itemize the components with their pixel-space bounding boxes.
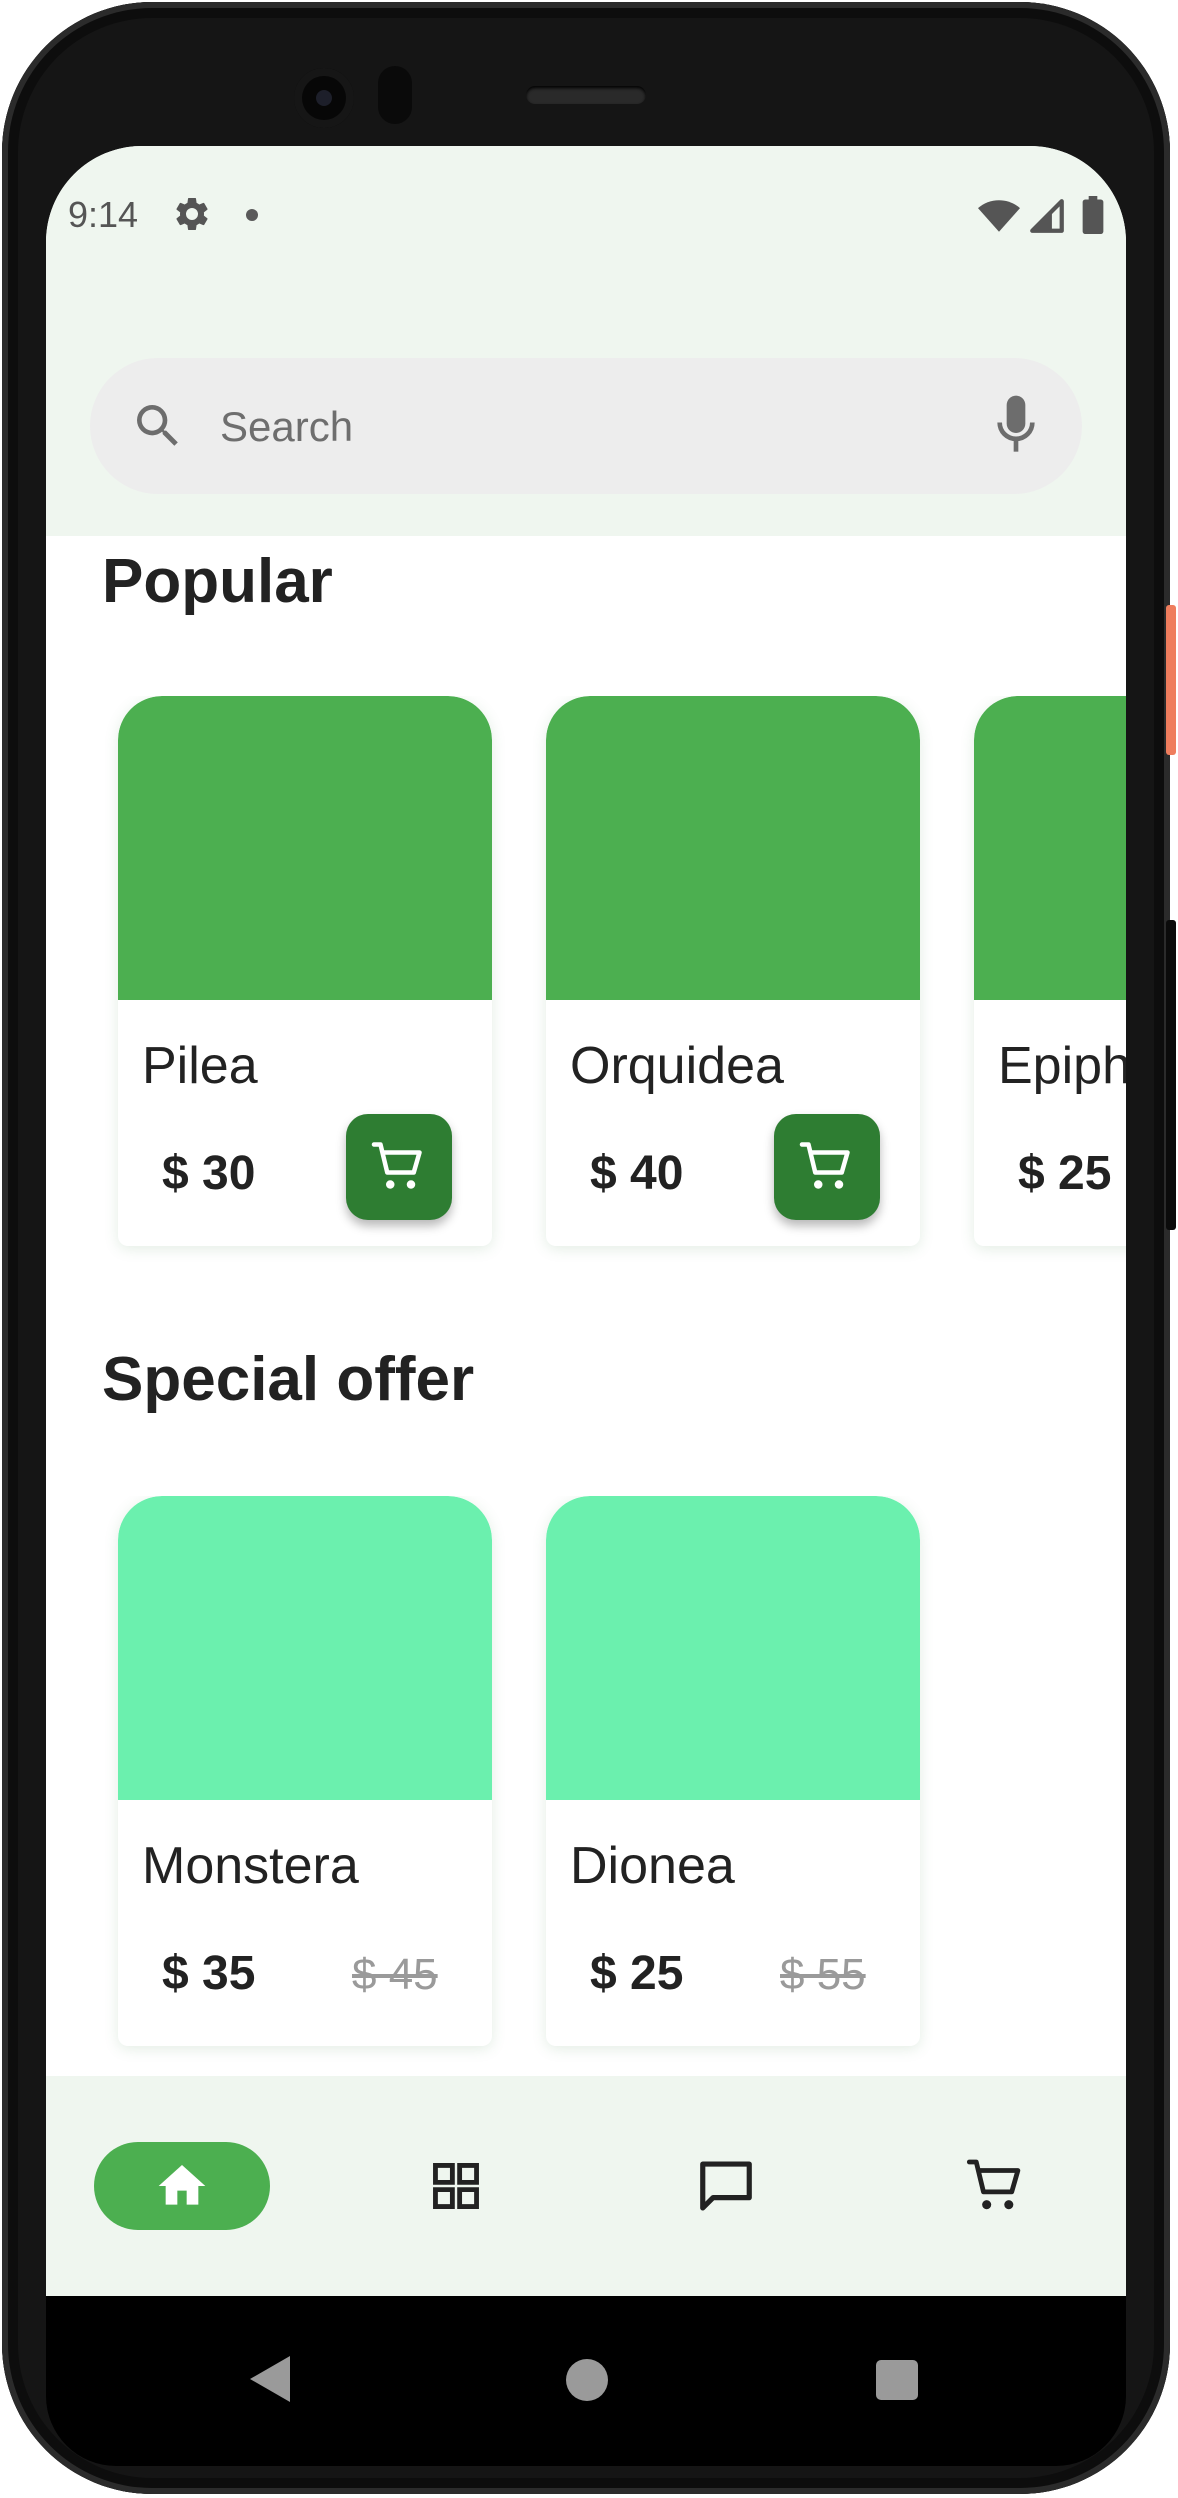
- app-header: 9:14: [46, 146, 1126, 536]
- product-image: [974, 696, 1126, 1000]
- search-icon: [137, 405, 178, 446]
- special-offer-row[interactable]: Monstera $ 35 $ 45 Dionea $ 25 $ 55: [46, 1496, 1126, 2096]
- product-name: Orquidea: [570, 1037, 784, 1095]
- product-image: [546, 696, 920, 1000]
- chat-icon: [700, 2161, 752, 2211]
- nav-cart[interactable]: [952, 2142, 1040, 2230]
- product-image: [118, 1496, 492, 1800]
- bottom-navigation: [46, 2076, 1126, 2296]
- offer-card-monstera[interactable]: Monstera $ 35 $ 45: [118, 1496, 492, 2046]
- product-card-epiph[interactable]: Epiph $ 25: [974, 696, 1126, 1246]
- grid-icon: [433, 2163, 479, 2209]
- front-camera: [294, 68, 354, 128]
- product-price: $ 25: [590, 1947, 684, 2000]
- special-offer-title: Special offer: [102, 1345, 475, 1414]
- nav-messages[interactable]: [682, 2142, 770, 2230]
- search-input[interactable]: [218, 392, 902, 462]
- product-card-pilea[interactable]: Pilea $ 30: [118, 696, 492, 1246]
- popular-row[interactable]: Pilea $ 30 Orquidea $ 40 Epiph $ 25: [46, 696, 1126, 1296]
- dot-icon: [246, 209, 258, 221]
- proximity-sensor: [378, 66, 412, 124]
- cart-icon: [371, 1142, 422, 1189]
- add-to-cart-button[interactable]: [774, 1114, 880, 1220]
- nav-categories[interactable]: [412, 2142, 500, 2230]
- product-image: [118, 696, 492, 1000]
- product-price: $ 25: [1018, 1147, 1112, 1200]
- battery-icon: [1082, 196, 1104, 234]
- nav-home[interactable]: [94, 2142, 270, 2230]
- recents-icon[interactable]: [876, 2360, 918, 2400]
- product-card-orquidea[interactable]: Orquidea $ 40: [546, 696, 920, 1246]
- product-price: $ 35: [162, 1947, 256, 2000]
- product-name: Monstera: [142, 1837, 359, 1895]
- product-name: Epiph: [998, 1037, 1126, 1095]
- popular-title: Popular: [102, 547, 333, 616]
- power-button: [1166, 605, 1176, 755]
- original-price: $ 55: [780, 1950, 866, 1999]
- mic-icon[interactable]: [988, 392, 1044, 460]
- cart-icon: [799, 1142, 850, 1189]
- app-screen: 9:14 Popular: [46, 146, 1126, 2296]
- product-price: $ 30: [162, 1147, 256, 1200]
- product-name: Pilea: [142, 1037, 258, 1095]
- volume-button: [1166, 920, 1176, 1230]
- offer-card-dionea[interactable]: Dionea $ 25 $ 55: [546, 1496, 920, 2046]
- product-image: [546, 1496, 920, 1800]
- gear-icon: [176, 197, 208, 230]
- add-to-cart-button[interactable]: [346, 1114, 452, 1220]
- status-time: 9:14: [68, 194, 139, 235]
- home-circle-icon[interactable]: [566, 2359, 608, 2401]
- cart-icon: [966, 2159, 1021, 2210]
- earpiece-speaker: [526, 86, 646, 104]
- back-icon[interactable]: [250, 2356, 290, 2402]
- system-navigation-bar: [46, 2296, 1126, 2466]
- wifi-icon: [978, 200, 1020, 232]
- signal-icon: [1030, 199, 1064, 233]
- product-price: $ 40: [590, 1147, 684, 1200]
- search-bar[interactable]: [90, 358, 1082, 494]
- home-icon: [158, 2165, 206, 2205]
- original-price: $ 45: [352, 1950, 438, 1999]
- product-name: Dionea: [570, 1837, 735, 1895]
